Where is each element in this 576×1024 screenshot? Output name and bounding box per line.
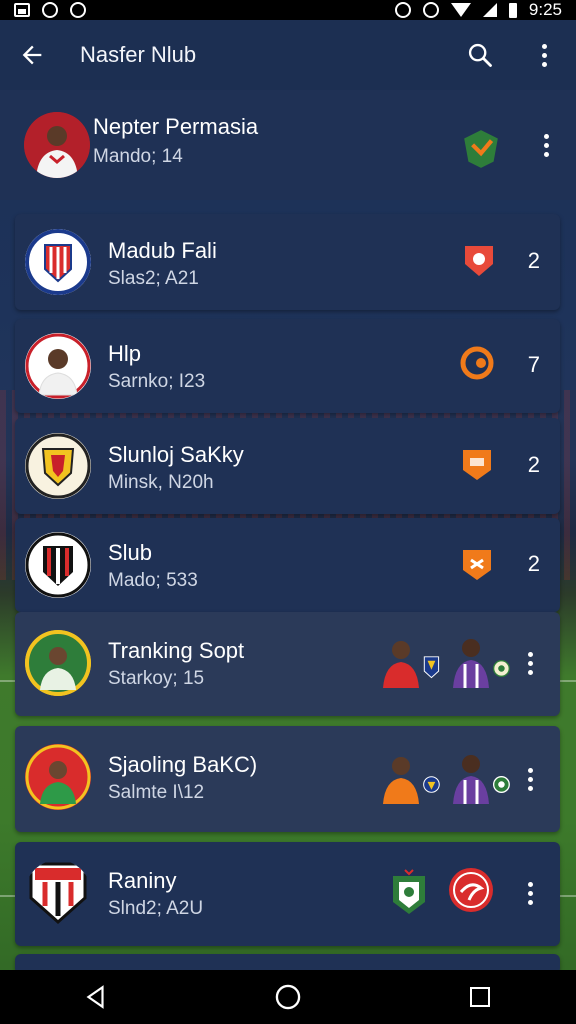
back-button[interactable] <box>0 20 64 90</box>
more-vert-icon <box>527 881 533 905</box>
item-subtitle: Mado; 533 <box>108 570 198 591</box>
arrow-left-icon <box>22 45 42 65</box>
list-item[interactable]: Slunloj SaKky Minsk, N20h 2 <box>15 418 560 514</box>
more-vert-icon <box>527 651 533 675</box>
nav-recents-button[interactable] <box>440 970 520 1024</box>
item-menu-button[interactable] <box>520 764 540 794</box>
avatar <box>25 333 91 399</box>
item-title: Madub Fali <box>108 238 217 263</box>
item-title: Slunloj SaKky <box>108 442 244 467</box>
list-item[interactable]: Tranking Sopt Starkoy; 15 <box>15 612 560 716</box>
item-subtitle: Minsk, N20h <box>108 472 214 493</box>
app-bar: Nasfer Nlub <box>0 20 576 90</box>
item-count: 2 <box>527 551 540 576</box>
club-badge-icon <box>493 660 510 677</box>
player-thumbnails <box>381 636 519 688</box>
club-list: Nepter Permasia Mando; 14 Madub Fali Sla… <box>0 90 576 974</box>
status-time: 9:25 <box>528 0 562 19</box>
item-title: Sjaoling BaKC) <box>108 752 258 777</box>
item-count: 2 <box>527 452 540 477</box>
alarm-icon <box>422 2 439 18</box>
item-menu-button[interactable] <box>536 130 556 160</box>
item-menu-button[interactable] <box>520 648 540 678</box>
club-badge-icon <box>493 776 510 793</box>
club-logo <box>25 860 91 926</box>
nav-back-button[interactable] <box>56 970 136 1024</box>
item-subtitle: Salmte I\12 <box>108 782 205 803</box>
sync-icon <box>42 2 58 18</box>
item-title: Tranking Sopt <box>108 638 245 663</box>
circle-home-icon <box>275 984 301 1010</box>
item-title: Nepter Permasia <box>93 114 259 139</box>
signal-icon <box>482 3 497 17</box>
status-left <box>14 2 86 18</box>
list-item[interactable]: Slub Mado; 533 2 <box>15 518 560 612</box>
club-badge-icon <box>393 869 425 914</box>
item-menu-button[interactable] <box>520 878 540 908</box>
list-item[interactable]: Nepter Permasia Mando; 14 <box>0 90 576 200</box>
club-logo <box>25 229 91 295</box>
club-logo <box>25 532 91 598</box>
avatar <box>25 744 91 810</box>
alarm-icon <box>394 2 411 18</box>
triangle-back-icon <box>86 985 104 1009</box>
at-icon <box>70 2 86 18</box>
club-badge-icon <box>449 868 493 912</box>
item-count: 2 <box>527 248 540 273</box>
club-badge-icon <box>463 550 491 580</box>
player-icon <box>453 755 489 804</box>
list-item[interactable]: Sjaoling BaKC) Salmte I\12 <box>15 726 560 832</box>
club-badge-icon <box>463 450 491 480</box>
club-badge-icon <box>460 346 494 380</box>
item-subtitle: Mando; 14 <box>93 146 183 167</box>
club-badge-icon <box>423 656 440 679</box>
player-icon <box>383 641 419 688</box>
avatar <box>25 630 91 696</box>
player-thumbnails <box>381 752 519 804</box>
item-count: 7 <box>527 352 540 377</box>
system-nav-bar <box>0 970 576 1024</box>
nav-home-button[interactable] <box>248 970 328 1024</box>
search-icon <box>468 43 492 67</box>
overflow-menu-button[interactable] <box>512 20 576 90</box>
item-title: Slub <box>108 540 153 565</box>
item-subtitle: Slas2; A21 <box>108 268 199 289</box>
page-title: Nasfer Nlub <box>80 42 197 67</box>
more-vert-icon <box>541 43 547 67</box>
search-button[interactable] <box>448 20 512 90</box>
square-recents-icon <box>470 987 490 1007</box>
list-item[interactable]: Madub Fali Slas2; A21 2 <box>15 214 560 310</box>
avatar <box>24 112 90 178</box>
status-bar: 9:25 <box>0 0 576 20</box>
more-vert-icon <box>543 133 549 157</box>
item-subtitle: Starkoy; 15 <box>108 668 205 689</box>
item-title: Hlp <box>108 341 142 366</box>
item-title: Raniny <box>108 868 177 893</box>
status-right: 9:25 <box>394 0 562 20</box>
gallery-icon <box>14 3 30 17</box>
club-logo <box>25 433 91 499</box>
item-subtitle: Sarnko; I23 <box>108 371 206 392</box>
wifi-icon <box>450 3 471 17</box>
more-vert-icon <box>527 767 533 791</box>
item-subtitle: Slnd2; A2U <box>108 898 204 919</box>
list-item[interactable]: Hlp Sarnko; I23 7 <box>15 319 560 413</box>
player-icon <box>453 639 489 688</box>
club-badge-icon <box>423 776 440 793</box>
battery-icon <box>508 2 517 18</box>
club-badge-icon <box>465 246 493 276</box>
player-icon <box>383 757 419 804</box>
club-badge-icon <box>464 130 498 168</box>
list-item[interactable]: Raniny Slnd2; A2U <box>15 842 560 946</box>
